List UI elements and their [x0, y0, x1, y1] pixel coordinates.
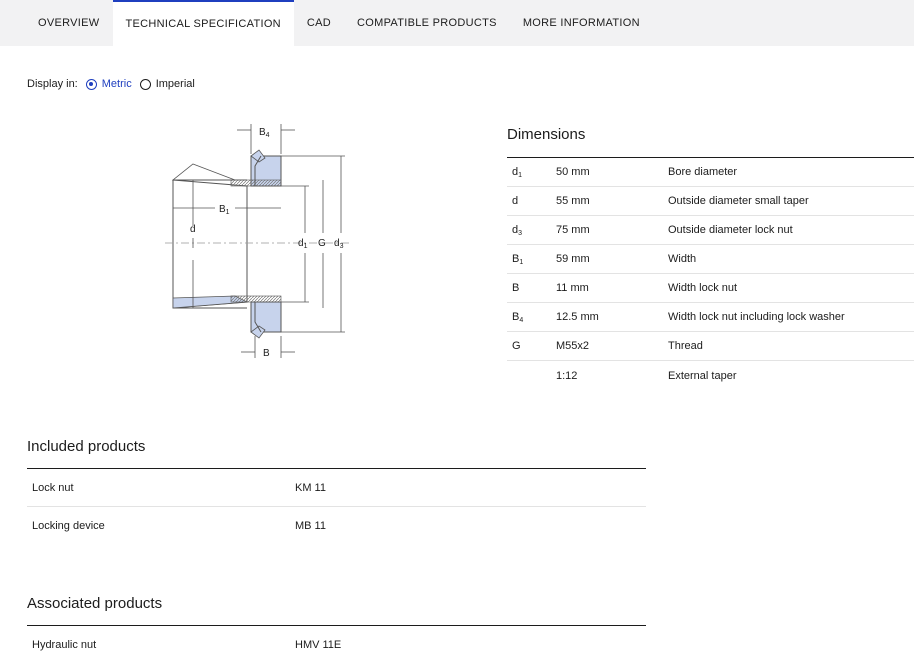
adapter-sleeve-drawing: B4 B1 d d1 G d3 B: [165, 124, 350, 359]
dim-symbol: d3: [512, 223, 523, 237]
radio-unselected-icon[interactable]: [139, 78, 151, 90]
dim-value: 55 mm: [556, 195, 590, 207]
radio-selected-icon[interactable]: [85, 78, 97, 90]
product-name: Lock nut: [32, 481, 74, 494]
product-name: Locking device: [32, 520, 105, 532]
table-row: Locking device MB 11: [27, 507, 646, 545]
dim-description: Width lock nut: [668, 282, 738, 294]
product-designation[interactable]: HMV 11E: [295, 639, 646, 651]
dim-value: 50 mm: [556, 166, 590, 178]
included-products-title: Included products: [27, 438, 146, 455]
table-row: B4 12.5 mm Width lock nut including lock…: [507, 303, 914, 332]
display-units: Display in: Metric Imperial: [27, 78, 203, 90]
table-row: Hydraulic nut HMV 11E: [27, 626, 646, 663]
product-designation[interactable]: MB 11: [295, 520, 646, 532]
tab-more-information[interactable]: MORE INFORMATION: [510, 0, 653, 46]
dim-symbol: B1: [512, 252, 524, 266]
dim-description: Width: [668, 253, 697, 265]
label-d: d: [190, 224, 196, 235]
table-row: B 11 mm Width lock nut: [507, 274, 914, 303]
tab-technical-specification[interactable]: TECHNICAL SPECIFICATION: [112, 0, 294, 46]
label-d3: d3: [334, 238, 344, 250]
dim-description: Thread: [668, 340, 703, 352]
dim-description: External taper: [668, 369, 737, 382]
tab-compatible-products[interactable]: COMPATIBLE PRODUCTS: [344, 0, 510, 46]
dim-value: M55x2: [556, 340, 590, 352]
table-row: 1:12 External taper: [507, 361, 914, 390]
dim-value: 59 mm: [556, 253, 590, 265]
dim-description: Width lock nut including lock washer: [668, 311, 845, 323]
label-b: B: [263, 348, 270, 359]
label-b1: B1: [219, 204, 230, 216]
table-row: G M55x2 Thread: [507, 332, 914, 361]
tab-cad[interactable]: CAD: [294, 0, 344, 46]
imperial-radio[interactable]: Imperial: [139, 78, 195, 90]
metric-label: Metric: [101, 78, 132, 90]
included-products-table: Lock nut KM 11 Locking device MB 11: [27, 468, 646, 545]
associated-products-title: Associated products: [27, 595, 163, 612]
sleeve-outline: [172, 179, 248, 309]
dimensions-title: Dimensions: [507, 126, 586, 143]
table-row: B1 59 mm Width: [507, 245, 914, 274]
metric-radio[interactable]: Metric: [85, 78, 132, 90]
product-name: Hydraulic nut: [32, 639, 97, 651]
dimensions-table: d1 50 mm Bore diameter d 55 mm Outside d…: [507, 157, 914, 390]
table-row: d3 75 mm Outside diameter lock nut: [507, 216, 914, 245]
dim-value: 75 mm: [556, 224, 590, 236]
dim-value: 1:12: [556, 369, 578, 382]
label-d1: d1: [298, 238, 308, 250]
table-row: d1 50 mm Bore diameter: [507, 158, 914, 187]
table-row: d 55 mm Outside diameter small taper: [507, 187, 914, 216]
dim-symbol: B4: [512, 310, 524, 324]
dim-description: Outside diameter lock nut: [668, 224, 793, 236]
label-g: G: [318, 238, 326, 249]
table-row: Lock nut KM 11: [27, 469, 646, 507]
dim-symbol: B: [512, 281, 520, 294]
associated-products-table: Hydraulic nut HMV 11E: [27, 625, 646, 663]
dim-value: 11 mm: [556, 282, 589, 294]
dim-description: Outside diameter small taper: [668, 195, 809, 207]
lock-nut-top: [230, 149, 282, 187]
dim-symbol: d1: [512, 165, 523, 179]
tab-bar: OVERVIEW TECHNICAL SPECIFICATION CAD COM…: [0, 0, 914, 46]
tab-overview[interactable]: OVERVIEW: [0, 0, 113, 46]
dim-description: Bore diameter: [668, 166, 738, 178]
display-label: Display in:: [27, 78, 78, 90]
dim-symbol: d: [512, 194, 519, 207]
product-designation[interactable]: KM 11: [295, 482, 646, 494]
label-b4: B4: [259, 127, 270, 139]
imperial-label: Imperial: [155, 78, 195, 90]
dim-symbol: G: [512, 339, 521, 352]
lock-nut-bottom: [230, 295, 282, 339]
dim-value: 12.5 mm: [556, 311, 599, 323]
